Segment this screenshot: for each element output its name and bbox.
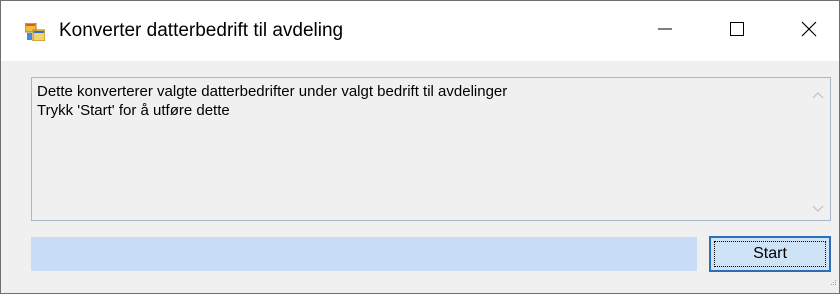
message-text: Dette konverterer valgte datterbedrifter… bbox=[37, 83, 508, 119]
start-button[interactable]: Start bbox=[709, 236, 831, 272]
minimize-button[interactable] bbox=[631, 1, 699, 61]
resize-grip-icon[interactable] bbox=[829, 273, 837, 291]
title-bar[interactable]: Konverter datterbedrift til avdeling bbox=[1, 1, 839, 61]
start-button-label: Start bbox=[753, 245, 787, 262]
maximize-icon bbox=[729, 21, 745, 42]
maximize-button[interactable] bbox=[703, 1, 771, 61]
close-icon bbox=[801, 21, 817, 42]
vertical-scrollbar[interactable] bbox=[808, 78, 830, 220]
message-textbox[interactable]: Dette konverterer valgte datterbedrifter… bbox=[31, 77, 831, 221]
progress-bar bbox=[31, 237, 697, 271]
chevron-up-icon[interactable] bbox=[812, 86, 824, 104]
minimize-icon bbox=[657, 21, 673, 42]
dialog-window: Konverter datterbedrift til avdeling Det… bbox=[0, 0, 840, 294]
windows-form-icon bbox=[24, 22, 46, 42]
close-button[interactable] bbox=[775, 1, 840, 61]
window-title: Konverter datterbedrift til avdeling bbox=[59, 20, 344, 41]
chevron-down-icon[interactable] bbox=[812, 200, 824, 218]
